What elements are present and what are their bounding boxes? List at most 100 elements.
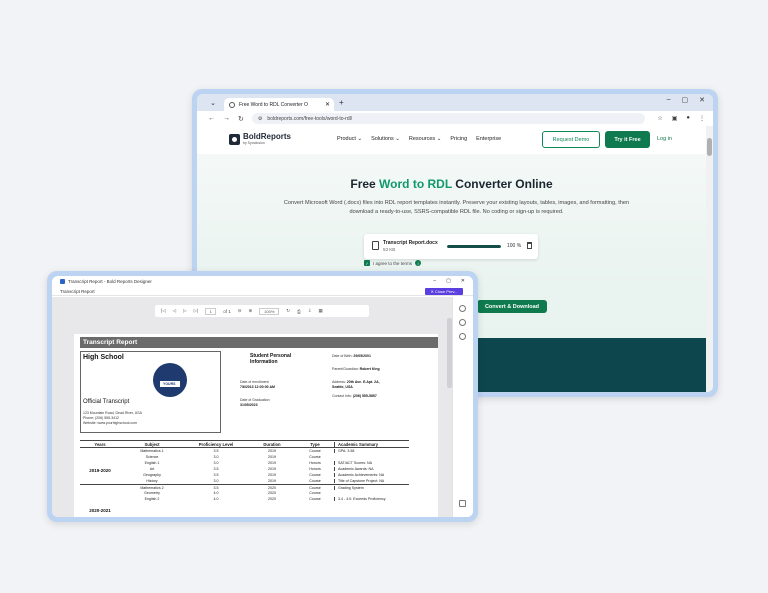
next-page-icon[interactable]: ▷ [183,308,186,314]
file-size: 53 KB [383,247,396,252]
profile-icon[interactable]: ● [686,115,690,122]
school-card: High School YOURS Official Transcript 12… [80,351,221,433]
info-icon[interactable]: i [415,260,422,266]
designer-titlebar: Transcript Report - Bold Reports Designe… [52,276,473,287]
report-page: Transcript Report High School YOURS Offi… [74,334,438,517]
uploaded-file-card: Transcript Report.docx 53 KB 100 % [364,234,538,259]
school-address: 123 Mountain Road, Dead River, USA Phone… [83,411,142,425]
browser-tab[interactable]: Free Word to RDL Converter O ✕ [224,98,334,111]
progress-percent: 100 % [507,243,522,249]
close-preview-button[interactable]: ✕ Close Prev... [425,288,463,295]
zoom-out-icon[interactable]: ⊖ [238,308,242,314]
zoom-select[interactable]: 100% [259,307,280,315]
site-info-icon[interactable]: ⚙ [258,116,262,122]
nav-solutions[interactable]: Solutions ⌄ [371,136,400,142]
menu-icon[interactable]: ⋮ [699,115,705,122]
refresh-icon[interactable]: ↻ [286,308,290,314]
report-header: Transcript Report [80,337,438,348]
designer-content: Transcript Report - Bold Reports Designe… [52,276,473,517]
page-scrollbar[interactable] [706,126,713,392]
print-icon[interactable]: ⎙ [297,309,301,314]
hero-description: Convert Microsoft Word (.docx) files int… [283,200,630,215]
parameters-icon[interactable] [459,333,466,340]
address-bar-row: ← → ↻ ⚙ boldreports.com/free-tools/word-… [197,111,713,126]
close-icon[interactable]: ✕ [699,96,705,104]
graduation: Date of Graduation 31/05/2023 [240,398,270,407]
guardian: Parent/Guardian: Robert King [332,367,380,371]
settings-icon[interactable] [459,305,466,312]
grades-table: Years Subject Proficiency Level Duration… [80,440,409,502]
extensions-icon[interactable]: ▣ [672,115,678,122]
tab-search-icon[interactable]: ⌄ [206,96,220,110]
logo-mark-icon [229,133,240,145]
tab-title: Free Word to RDL Converter O [239,101,308,108]
file-name: Transcript Report.docx [383,240,438,246]
document-icon [372,241,379,250]
site-navbar: BoldReports by Syncfusion Product ⌄ Solu… [197,126,706,154]
right-rail [452,297,473,517]
tab-close-icon[interactable]: ✕ [325,101,330,108]
tab-bar: ⌄ Free Word to RDL Converter O ✕ + – ▢ ✕ [197,94,713,111]
logo-name: BoldReports [243,132,291,141]
designer-minimize-icon[interactable]: – [433,278,436,284]
designer-window-title: Transcript Report - Bold Reports Designe… [68,279,152,284]
student-info-title: Student Personal Information [250,353,292,365]
nav-links: Product ⌄ Solutions ⌄ Resources ⌄ Pricin… [337,136,501,142]
boldreports-logo[interactable]: BoldReports by Syncfusion [229,133,291,145]
trash-icon[interactable] [527,242,532,249]
scrollbar-thumb[interactable] [707,138,712,156]
hero-title: Free Word to RDL Converter Online [350,177,553,191]
request-demo-button[interactable]: Request Demo [542,131,600,148]
first-page-icon[interactable]: |◁ [161,308,166,314]
toolbar-icons: ☆ ▣ ● ⋮ [657,115,705,122]
nav-product[interactable]: Product ⌄ [337,136,362,142]
agree-label: I agree to the terms [373,260,413,266]
last-page-icon[interactable]: ▷| [194,308,199,314]
zoom-in-icon[interactable]: ⊕ [249,308,253,314]
edit-icon[interactable] [459,500,466,507]
globe-icon [229,101,235,108]
designer-maximize-icon[interactable]: ▢ [446,278,451,284]
convert-download-button[interactable]: Convert & Download [477,300,547,313]
forward-icon[interactable]: → [223,115,230,122]
logo-sub: by Syncfusion [243,141,265,145]
layout-icon[interactable]: ▦ [318,308,322,314]
nav-resources[interactable]: Resources ⌄ [409,136,441,142]
nav-enterprise[interactable]: Enterprise [476,136,501,142]
designer-window-controls: – ▢ ✕ [433,278,465,284]
minimize-icon[interactable]: – [667,96,671,104]
viewer-toolbar: |◁ ◁ ▷ ▷| 1 of 1 ⊖ ⊕ 100% ↻ ⎙ ⇩ ▦ [155,305,369,317]
designer-close-icon[interactable]: ✕ [461,278,465,284]
url-field[interactable]: ⚙ boldreports.com/free-tools/word-to-rdl… [251,113,646,124]
export-icon[interactable]: ⇩ [308,308,312,314]
reload-icon[interactable]: ↻ [238,115,244,123]
enrollment: Date of enrollment 7/6/2013 12:00:00 AM [240,380,275,389]
designer-window: Transcript Report - Bold Reports Designe… [47,271,478,522]
report-viewer: |◁ ◁ ▷ ▷| 1 of 1 ⊖ ⊕ 100% ↻ ⎙ ⇩ ▦ Transc… [52,297,452,517]
new-tab-icon[interactable]: + [339,98,344,107]
address: Address: 20th Ave. E.Apt. 2A, Seattle, U… [332,380,380,389]
table-row: Mathematics 2 3.5 2020 Course Grading System [80,484,409,490]
window-controls: – ▢ ✕ [667,96,705,104]
login-link[interactable]: Log in [657,136,672,142]
official-transcript: Official Transcript [83,399,130,405]
designer-tabbar: Transcript Report ✕ Close Prev... [52,287,473,296]
upload-progress-bar [447,245,501,248]
year-2019: 2019-2020 [89,468,111,473]
url-text: boldreports.com/free-tools/word-to-rdl/ [267,115,353,122]
dob: Date of Birth: 29/05/2001 [332,354,371,358]
agree-checkbox-row[interactable]: ✓ I agree to the terms i [364,260,422,266]
back-icon[interactable]: ← [208,115,215,122]
nav-pricing[interactable]: Pricing [450,136,467,142]
checkbox-checked-icon[interactable]: ✓ [364,260,370,266]
emblem-text: YOURS [163,382,176,386]
try-free-button[interactable]: Try it Free [605,131,650,148]
designer-tab[interactable]: Transcript Report [60,289,95,294]
bookmark-star-icon[interactable]: ☆ [657,115,662,122]
prev-page-icon[interactable]: ◁ [173,308,176,314]
table-row: English 2 4.0 2020 Course 3.4 - 4.0: Exceeds… [80,496,409,502]
search-icon[interactable] [459,319,466,326]
page-number-input[interactable]: 1 [205,307,217,315]
maximize-icon[interactable]: ▢ [682,96,689,104]
progress-fill [447,245,501,248]
